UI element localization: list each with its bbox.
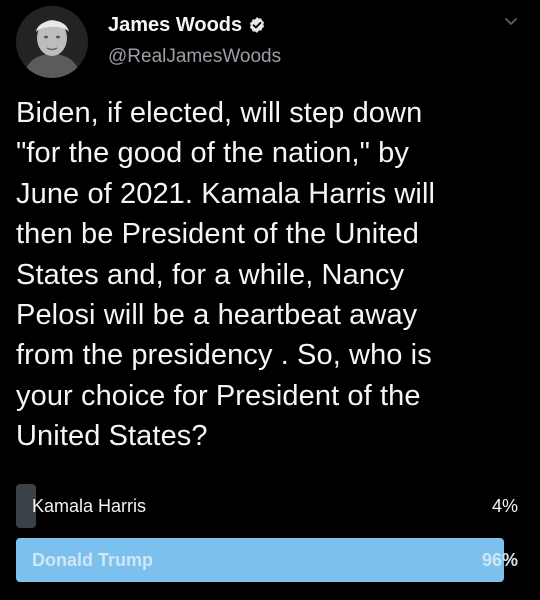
poll-option-donald-trump[interactable]: Donald Trump 96% <box>16 538 524 582</box>
chevron-down-icon[interactable] <box>502 12 520 30</box>
avatar[interactable] <box>16 6 88 78</box>
tweet-card: James Woods @RealJamesWoods Biden, if el… <box>0 0 540 600</box>
poll-option-percent: 96% <box>481 550 518 570</box>
verified-badge-icon <box>248 16 266 34</box>
poll-option-kamala-harris[interactable]: Kamala Harris 4% <box>16 484 524 528</box>
poll-option-percent: 4% <box>491 496 518 516</box>
poll-option-label: Kamala Harris <box>32 496 147 516</box>
display-name-row: James Woods <box>108 12 281 38</box>
display-name[interactable]: James Woods <box>108 14 242 37</box>
user-handle[interactable]: @RealJamesWoods <box>108 46 281 68</box>
poll: Kamala Harris 4% Donald Trump 96% <box>16 484 524 592</box>
user-names: James Woods @RealJamesWoods <box>108 12 281 68</box>
tweet-header: James Woods @RealJamesWoods <box>16 6 524 78</box>
tweet-text: Biden, if elected, will step down "for t… <box>16 97 436 453</box>
poll-option-label: Donald Trump <box>32 550 153 570</box>
avatar-portrait-icon <box>16 6 88 78</box>
